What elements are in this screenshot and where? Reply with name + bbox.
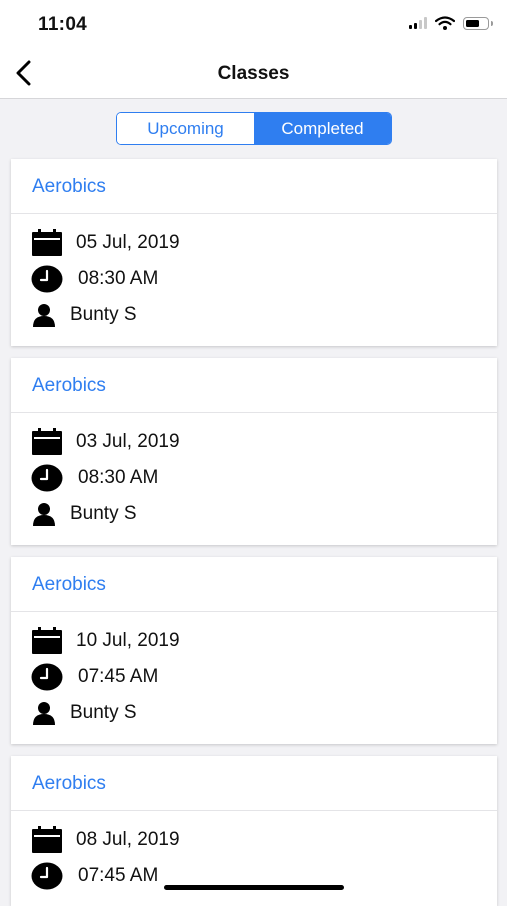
person-icon xyxy=(31,303,57,327)
class-filter-segmented-control: Upcoming Completed xyxy=(116,112,392,145)
class-date: 03 Jul, 2019 xyxy=(76,431,180,452)
clock-icon xyxy=(31,464,63,492)
class-trainer-row: Bunty S xyxy=(31,701,137,725)
cellular-signal-icon xyxy=(409,17,427,29)
calendar-icon xyxy=(31,826,63,854)
person-icon xyxy=(31,701,57,725)
segment-completed[interactable]: Completed xyxy=(254,113,391,144)
class-trainer-row: Bunty S xyxy=(31,303,137,327)
class-card[interactable]: Aerobics 08 Jul, 2019 07:45 AM xyxy=(11,756,497,906)
clock-icon xyxy=(31,862,63,890)
calendar-icon xyxy=(31,627,63,655)
class-trainer: Bunty S xyxy=(70,503,137,524)
class-trainer: Bunty S xyxy=(70,702,137,723)
calendar-icon xyxy=(31,229,63,257)
battery-icon xyxy=(463,16,493,30)
class-date-row: 08 Jul, 2019 xyxy=(31,826,180,854)
class-time-row: 07:45 AM xyxy=(31,663,158,691)
status-time: 11:04 xyxy=(38,14,88,35)
divider xyxy=(11,611,497,612)
segment-upcoming[interactable]: Upcoming xyxy=(117,113,254,144)
class-time-row: 08:30 AM xyxy=(31,464,158,492)
class-date: 08 Jul, 2019 xyxy=(76,829,180,850)
status-bar: 11:04 xyxy=(0,0,507,50)
class-name: Aerobics xyxy=(32,574,106,595)
clock-icon xyxy=(31,663,63,691)
home-indicator xyxy=(164,885,344,890)
class-time: 08:30 AM xyxy=(78,467,159,488)
class-time: 07:45 AM xyxy=(78,865,159,886)
class-card[interactable]: Aerobics 05 Jul, 2019 08:30 AM Bunty S xyxy=(11,159,497,346)
divider xyxy=(11,810,497,811)
class-date-row: 10 Jul, 2019 xyxy=(31,627,180,655)
segment-bar: Upcoming Completed xyxy=(0,99,507,157)
class-trainer-row: Bunty S xyxy=(31,502,137,526)
class-date: 05 Jul, 2019 xyxy=(76,232,180,253)
class-date: 10 Jul, 2019 xyxy=(76,630,180,651)
navigation-bar: Classes xyxy=(0,50,507,99)
class-time-row: 08:30 AM xyxy=(31,265,158,293)
class-name: Aerobics xyxy=(32,375,106,396)
class-card[interactable]: Aerobics 03 Jul, 2019 08:30 AM Bunty S xyxy=(11,358,497,545)
class-time: 08:30 AM xyxy=(78,268,159,289)
class-trainer: Bunty S xyxy=(70,304,137,325)
status-icons xyxy=(409,16,493,30)
divider xyxy=(11,412,497,413)
class-time-row: 07:45 AM xyxy=(31,862,158,890)
class-name: Aerobics xyxy=(32,176,106,197)
divider xyxy=(11,213,497,214)
calendar-icon xyxy=(31,428,63,456)
class-date-row: 05 Jul, 2019 xyxy=(31,229,180,257)
class-card[interactable]: Aerobics 10 Jul, 2019 07:45 AM Bunty S xyxy=(11,557,497,744)
wifi-icon xyxy=(435,16,455,30)
person-icon xyxy=(31,502,57,526)
class-date-row: 03 Jul, 2019 xyxy=(31,428,180,456)
page-title: Classes xyxy=(217,63,290,84)
clock-icon xyxy=(31,265,63,293)
class-time: 07:45 AM xyxy=(78,666,159,687)
class-name: Aerobics xyxy=(32,773,106,794)
